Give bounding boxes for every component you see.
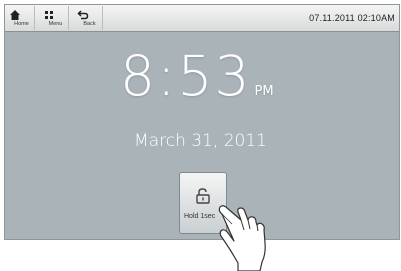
clock-display: 8:53 PM xyxy=(120,41,274,111)
home-icon xyxy=(10,10,20,20)
clock-time: 8:53 xyxy=(120,44,252,108)
grid-icon xyxy=(45,11,53,19)
back-button[interactable]: Back xyxy=(77,6,103,30)
status-datetime: 07.11.2011 02:10AM xyxy=(309,13,395,23)
menu-button[interactable]: Menu xyxy=(43,6,69,30)
home-button[interactable]: Home xyxy=(9,6,35,30)
home-label: Home xyxy=(14,21,29,27)
clock-ampm: PM xyxy=(254,84,274,99)
back-arrow-icon xyxy=(77,10,89,20)
clock-date: March 31, 2011 xyxy=(134,131,267,151)
pointing-hand xyxy=(218,205,266,271)
back-label: Back xyxy=(83,21,96,27)
menu-label: Menu xyxy=(48,21,63,27)
top-bar: Home Menu Back 07.11.2011 02:10AM xyxy=(5,5,399,32)
